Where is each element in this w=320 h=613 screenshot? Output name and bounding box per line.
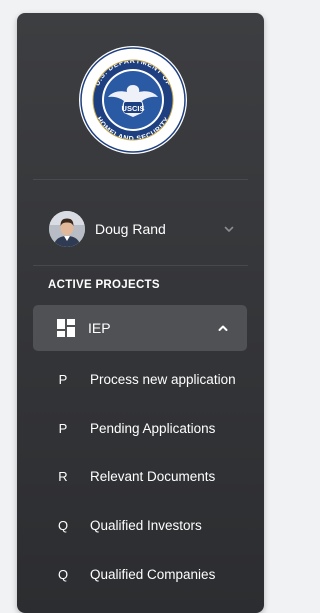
user-name: Doug Rand	[95, 221, 166, 237]
dhs-seal-logo[interactable]: USCIS U.S. DEPARTMENT OF HOMELAND SECURI…	[78, 45, 188, 155]
chevron-down-icon[interactable]	[222, 222, 236, 236]
user-avatar-icon	[49, 211, 85, 247]
nav-item-qualified-companies[interactable]: Q Qualified Companies	[33, 554, 264, 594]
divider	[33, 179, 248, 180]
logo-area: USCIS U.S. DEPARTMENT OF HOMELAND SECURI…	[17, 13, 264, 179]
nav-item-label: Process new application	[90, 371, 236, 387]
seal-center-text: USCIS	[122, 104, 145, 113]
dashboard-grid-icon	[57, 319, 75, 337]
nav-item-initial: R	[58, 468, 68, 484]
nav-item-initial: Q	[57, 566, 69, 582]
avatar	[49, 211, 85, 247]
project-item-iep[interactable]: IEP	[33, 305, 247, 351]
nav-item-initial: P	[58, 420, 68, 436]
nav-item-label: Qualified Companies	[90, 566, 216, 582]
user-menu[interactable]: Doug Rand	[33, 197, 248, 261]
nav-item-initial: Q	[57, 517, 69, 533]
nav-item-initial: P	[58, 371, 68, 387]
divider	[33, 265, 248, 266]
nav-item-label: Relevant Documents	[90, 468, 216, 484]
nav-item-process-new-application[interactable]: P Process new application	[33, 359, 264, 399]
nav-item-pending-applications[interactable]: P Pending Applications	[33, 408, 264, 448]
chevron-up-icon[interactable]	[217, 322, 229, 334]
nav-item-label: Pending Applications	[90, 420, 216, 436]
section-title: ACTIVE PROJECTS	[48, 279, 160, 291]
nav-item-relevant-documents[interactable]: R Relevant Documents	[33, 456, 264, 496]
nav-item-qualified-investors[interactable]: Q Qualified Investors	[33, 505, 264, 545]
project-label: IEP	[88, 320, 111, 336]
sidebar: USCIS U.S. DEPARTMENT OF HOMELAND SECURI…	[17, 13, 264, 613]
nav-item-label: Qualified Investors	[90, 517, 202, 533]
